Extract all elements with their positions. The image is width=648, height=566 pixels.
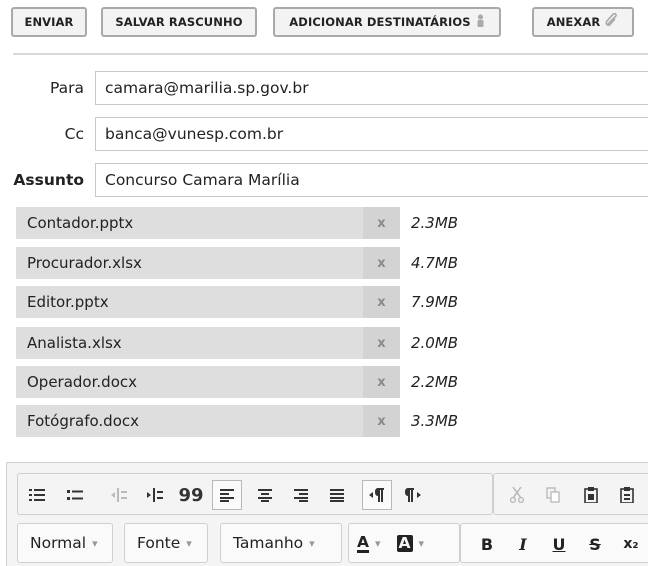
add-recipients-button[interactable]: ADICIONAR DESTINATÁRIOS (273, 7, 501, 37)
attachment-name: Editor.pptx (16, 286, 363, 318)
font-dropdown[interactable]: Fonte ▾ (124, 523, 208, 563)
remove-attachment-icon[interactable]: x (363, 405, 400, 437)
bulleted-list-icon[interactable] (60, 480, 90, 510)
outdent-icon[interactable] (104, 480, 134, 510)
format-dropdown[interactable]: Normal ▾ (17, 523, 113, 563)
chevron-down-icon: ▾ (375, 536, 381, 550)
text-color-icon: A (357, 532, 369, 553)
background-color-button[interactable]: A ▾ (396, 533, 425, 552)
chevron-down-icon: ▾ (92, 536, 98, 550)
rtl-direction-icon[interactable] (398, 480, 428, 510)
remove-attachment-icon[interactable]: x (363, 247, 400, 279)
numbered-list-icon[interactable] (22, 480, 52, 510)
subject-row: Assunto (0, 163, 648, 197)
size-dropdown[interactable]: Tamanho ▾ (220, 523, 342, 563)
attachment-item: Contador.pptx x 2.3MB (16, 207, 476, 239)
attachment-name: Operador.docx (16, 366, 363, 398)
paste-icon[interactable] (576, 480, 606, 510)
cc-field[interactable] (95, 117, 648, 151)
format-dropdown-label: Normal (30, 534, 87, 552)
save-draft-button-label: SALVAR RASCUNHO (115, 15, 243, 29)
attachment-name: Procurador.xlsx (16, 247, 363, 279)
attachment-size: 4.7MB (411, 254, 459, 272)
attachment-size: 2.3MB (411, 214, 459, 232)
attachment-item: Editor.pptx x 7.9MB (16, 286, 476, 318)
cut-icon[interactable] (502, 480, 532, 510)
attach-button-label: ANEXAR (546, 15, 601, 29)
attachment-name: Analista.xlsx (16, 327, 363, 359)
attach-button[interactable]: ANEXAR (532, 7, 634, 37)
subscript-button[interactable]: x₂ (617, 529, 645, 559)
indent-icon[interactable] (140, 480, 170, 510)
chevron-down-icon: ▾ (418, 536, 425, 550)
to-field[interactable] (95, 71, 648, 105)
background-color-icon: A (396, 533, 413, 552)
clipboard-tools-group (493, 473, 648, 515)
align-left-icon[interactable] (212, 480, 242, 510)
to-label: Para (49, 79, 84, 97)
send-button-label: ENVIAR (24, 15, 74, 29)
ltr-direction-icon[interactable] (362, 480, 392, 510)
person-icon (476, 13, 485, 31)
blockquote-icon[interactable]: 99 (176, 480, 206, 510)
remove-attachment-icon[interactable]: x (363, 327, 400, 359)
chevron-down-icon: ▾ (186, 536, 192, 550)
paperclip-icon (605, 12, 619, 31)
attachment-name: Contador.pptx (16, 207, 363, 239)
cc-row: Cc (0, 117, 648, 151)
text-style-group: B I U S x₂ (460, 523, 648, 563)
subject-label: Assunto (13, 171, 84, 189)
attachment-name: Fotógrafo.docx (16, 405, 363, 437)
remove-attachment-icon[interactable]: x (363, 207, 400, 239)
size-dropdown-label: Tamanho (233, 534, 304, 552)
send-button[interactable]: ENVIAR (11, 7, 87, 37)
attachment-item: Operador.docx x 2.2MB (16, 366, 476, 398)
paragraph-tools-group: 99 (17, 473, 493, 515)
bold-button[interactable]: B (473, 529, 501, 559)
to-row: Para (0, 71, 648, 105)
align-center-icon[interactable] (250, 480, 280, 510)
italic-button[interactable]: I (509, 529, 537, 559)
font-dropdown-label: Fonte (137, 534, 181, 552)
align-justify-icon[interactable] (322, 480, 352, 510)
attachment-size: 7.9MB (411, 293, 459, 311)
text-color-button[interactable]: A ▾ (357, 534, 381, 553)
attachment-item: Procurador.xlsx x 4.7MB (16, 247, 476, 279)
chevron-down-icon: ▾ (309, 536, 315, 550)
attachment-size: 2.0MB (411, 334, 459, 352)
attachment-item: Fotógrafo.docx x 3.3MB (16, 405, 476, 437)
save-draft-button[interactable]: SALVAR RASCUNHO (101, 7, 257, 37)
cc-label: Cc (64, 125, 84, 143)
paste-text-icon[interactable] (612, 480, 642, 510)
color-tools-group: A ▾ A ▾ (348, 523, 460, 563)
add-recipients-button-label: ADICIONAR DESTINATÁRIOS (289, 15, 471, 29)
strikethrough-button[interactable]: S (581, 529, 609, 559)
copy-icon[interactable] (538, 480, 568, 510)
toolbar-row-1: 99 (17, 473, 648, 515)
rich-text-toolbar: 99 Normal ▾ Fonte ▾ Tamanho ▾ A ▾ A ▾ B … (6, 462, 648, 566)
action-bar: ENVIAR SALVAR RASCUNHO ADICIONAR DESTINA… (0, 0, 648, 56)
attachment-item: Analista.xlsx x 2.0MB (16, 327, 476, 359)
underline-button[interactable]: U (545, 529, 573, 559)
subject-field[interactable] (95, 163, 648, 197)
remove-attachment-icon[interactable]: x (363, 286, 400, 318)
remove-attachment-icon[interactable]: x (363, 366, 400, 398)
toolbar-row-2: Normal ▾ Fonte ▾ Tamanho ▾ A ▾ A ▾ B I U… (17, 523, 648, 566)
attachment-size: 2.2MB (411, 373, 459, 391)
align-right-icon[interactable] (286, 480, 316, 510)
toolbar-divider (13, 53, 648, 55)
attachment-size: 3.3MB (411, 412, 459, 430)
